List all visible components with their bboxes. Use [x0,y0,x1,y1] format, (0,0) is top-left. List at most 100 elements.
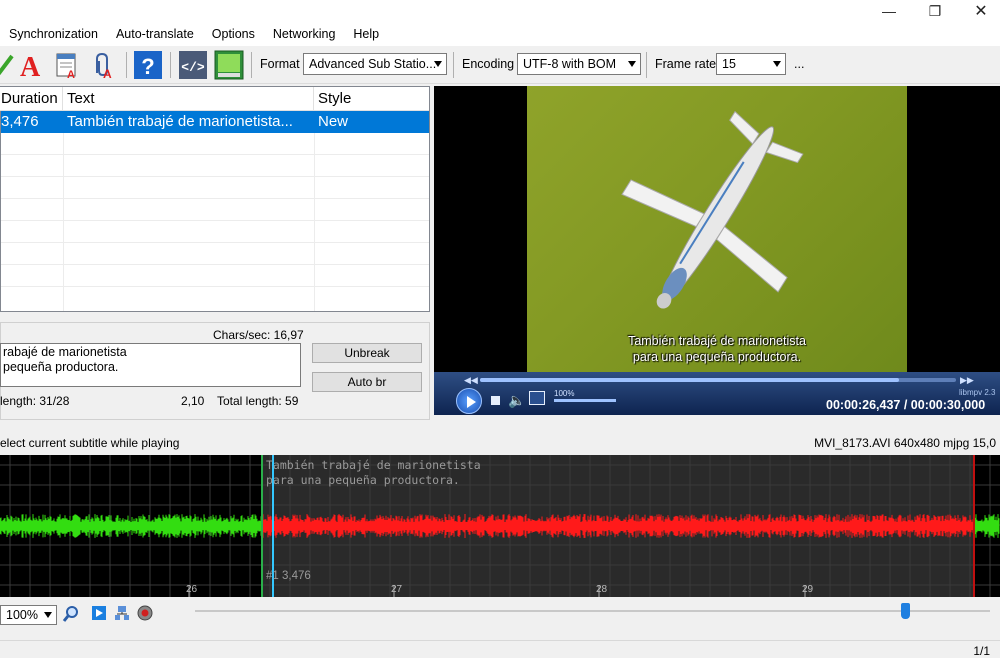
player-engine: libmpv 2.3 [959,388,996,397]
chevron-down-icon [628,61,636,67]
toolbar-separator [251,52,252,78]
empty-row [1,287,429,311]
format-dropdown[interactable]: Advanced Sub Statio... [303,53,447,75]
empty-row [1,243,429,265]
timecode: 00:00:26,437 / 00:00:30,000 [826,398,986,412]
format-value: Advanced Sub Statio... [309,57,437,71]
more-options-button[interactable]: ... [794,57,804,71]
fast-forward-icon[interactable]: ▶▶ [960,375,974,386]
framerate-value: 15 [722,57,736,71]
encoding-dropdown[interactable]: UTF-8 with BOM [517,53,641,75]
rewind-icon[interactable]: ◀◀ [464,375,478,386]
table-row[interactable]: 3,476 También trabajé de marionetista...… [1,111,429,133]
menu-options[interactable]: Options [203,22,264,46]
minimize-button[interactable]: — [866,0,912,22]
video-subtitle-line-1: También trabajé de marionetista [628,334,806,348]
play-button[interactable] [456,388,482,414]
toolbar-separator [646,52,647,78]
maximize-button[interactable]: ❐ [912,0,958,22]
menu-auto-translate[interactable]: Auto-translate [107,22,203,46]
column-header-text[interactable]: Text [63,87,314,111]
menu-help[interactable]: Help [344,22,388,46]
source-view-icon[interactable]: </> [178,50,208,80]
subtitle-text-input[interactable]: rabajé de marionetista pequeña productor… [0,343,301,387]
play-selection-icon[interactable] [92,606,106,620]
menu-bar: Synchronization Auto-translate Options N… [0,22,1000,46]
zoom-icon[interactable] [62,605,80,623]
tick-label: 26 [186,584,198,595]
format-label: Format [260,57,300,71]
empty-row [1,155,429,177]
menu-networking[interactable]: Networking [264,22,345,46]
chevron-down-icon [44,612,52,618]
column-header-style[interactable]: Style [314,87,429,111]
unbreak-button[interactable]: Unbreak [312,343,422,363]
total-length: Total length: 59 [217,394,299,408]
waveform-subtitle-line-2: para una pequeña productora. [266,473,460,487]
chevron-down-icon [773,61,781,67]
empty-row [1,221,429,243]
framerate-label: Frame rate [655,57,717,71]
subtitle-grid[interactable]: Duration Text Style 3,476 También trabaj… [0,86,430,312]
help-icon[interactable]: ? [133,50,163,80]
list-view-icon[interactable] [214,50,244,80]
zoom-value: 100% [6,608,38,622]
row-style: New [318,113,349,130]
empty-row [1,199,429,221]
auto-br-button[interactable]: Auto br [312,372,422,392]
empty-row [1,177,429,199]
svg-text:?: ? [141,54,154,79]
waveform-marker-label: #1 3,476 [266,570,311,582]
seek-bar[interactable] [480,378,956,382]
duration-ratio: 2,10 [181,394,205,408]
tick-label: 28 [596,584,608,595]
airplane-image [621,110,804,309]
waveform-position-track[interactable] [195,610,990,612]
attach-style-icon[interactable]: A [88,50,118,80]
play-icon [467,396,476,408]
waveform-position-slider[interactable] [901,603,910,619]
toolbar-separator [170,52,171,78]
svg-text:A: A [67,69,75,79]
network-icon[interactable] [114,605,130,621]
tick-label: 27 [391,584,403,595]
spell-check-icon[interactable]: A [16,50,46,80]
volume-slider[interactable] [554,399,616,402]
stop-button[interactable] [491,396,500,405]
volume-percent: 100% [554,389,575,398]
chevron-down-icon [434,61,442,67]
line-length: length: 31/28 [0,394,70,408]
row-text: También trabajé de marionetista... [67,113,293,130]
menu-synchronization[interactable]: Synchronization [0,22,107,46]
svg-text:A: A [103,67,112,79]
record-icon[interactable] [137,605,153,621]
zoom-dropdown[interactable]: 100% [0,605,57,625]
select-while-playing-label[interactable]: elect current subtitle while playing [0,436,179,450]
audio-waveform[interactable]: También trabajé de marionetista para una… [0,455,1000,597]
status-bar: 1/1 [0,640,1000,658]
volume-icon[interactable]: 🔈 [508,392,525,409]
page-counter: 1/1 [973,644,990,658]
close-button[interactable]: ✕ [958,0,1000,22]
fullscreen-icon[interactable] [529,391,545,405]
framerate-dropdown[interactable]: 15 [716,53,786,75]
encoding-label: Encoding [462,57,515,71]
column-header-duration[interactable]: Duration [0,87,63,111]
seek-bar-progress [480,378,899,382]
empty-row [1,133,429,155]
video-subtitle-overlay: También trabajé de marionetista para una… [527,333,907,365]
toolbar-separator [126,52,127,78]
title-bar: — ❐ ✕ [0,0,1000,22]
chars-per-second: Chars/sec: 16,97 [213,328,304,342]
waveform-subtitle-text: También trabajé de marionetista para una… [266,458,481,488]
video-frame [527,86,907,372]
waveform-subtitle-line-1: También trabajé de marionetista [266,458,481,472]
waveform-controls: 100% [0,597,1000,637]
empty-row [1,265,429,287]
row-duration: 3,476 [1,113,39,130]
find-replace-icon[interactable]: A [52,50,82,80]
svg-text:</>: </> [181,60,205,75]
svg-text:A: A [20,52,41,79]
tick-label: 29 [802,584,814,595]
toolbar: A A A ? </> Format Advanced Sub Statio..… [0,46,1000,84]
